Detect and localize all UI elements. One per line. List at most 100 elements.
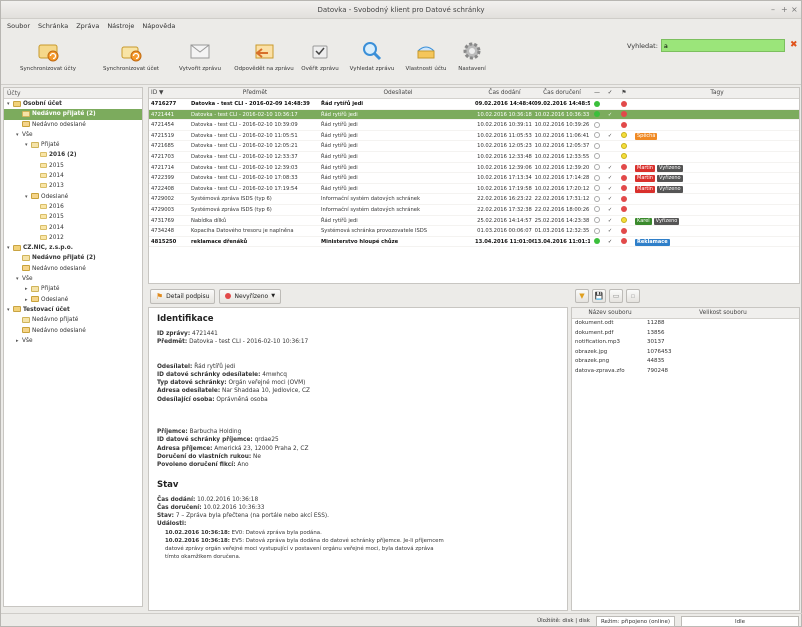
table-row[interactable]: 4721714 Datovka - test CLI - 2016-02-10 1… [149, 163, 799, 174]
tree-item[interactable]: 2015 [4, 212, 142, 222]
tag-badge: Martin [635, 185, 655, 193]
verify-message-button[interactable]: Ověřit zprávu [299, 35, 341, 72]
col-subject[interactable]: Předmět [189, 88, 319, 98]
tree-item[interactable]: Nedávno přijaté [4, 315, 142, 325]
account-properties-button[interactable]: Vlastnosti účtu [403, 35, 449, 72]
tree-item[interactable]: 2014 [4, 223, 142, 233]
process-state-dot-icon [621, 100, 627, 107]
cell-subject: Systémová zpráva ISDS (typ 6) [191, 196, 272, 203]
attachment-row[interactable]: dokument.pdf 13856 [572, 329, 799, 339]
col-filesize[interactable]: Velikost souboru [645, 308, 799, 318]
folder-icon [31, 141, 39, 148]
tree-item[interactable]: ▾ Přijaté [4, 140, 142, 150]
processing-state-dropdown[interactable]: Nevyřízeno ▼ [219, 288, 282, 304]
tree-item[interactable]: Nedávno odeslané [4, 264, 142, 274]
cell-id: 4722408 [151, 185, 175, 192]
attachment-row[interactable]: notification.mp3 30137 [572, 338, 799, 348]
table-row[interactable]: 4721441 Datovka - test CLI - 2016-02-10 1… [149, 109, 799, 121]
tree-item-label: Osobní účet [23, 101, 62, 107]
cell-id: 4721703 [151, 153, 175, 160]
table-row[interactable]: 4722408 Datovka - test CLI - 2016-02-10 1… [149, 184, 799, 195]
maximize-button[interactable]: + [781, 1, 788, 19]
save-all-attachments-button[interactable]: ▼ [575, 289, 589, 303]
tree-item[interactable]: ▾ Osobní účet [4, 99, 142, 109]
col-received[interactable]: Čas dodání [475, 88, 534, 98]
col-tags[interactable]: Tagy [632, 88, 799, 98]
clear-search-icon[interactable]: ✖ [790, 40, 800, 50]
process-state-cell [616, 110, 632, 120]
tree-item[interactable]: 2015 [4, 161, 142, 171]
attachment-size: 13856 [647, 329, 665, 336]
attachment-table: Název souboru Velikost souboru dokument.… [571, 307, 800, 611]
open-attachment-button[interactable]: ▫ [626, 289, 640, 303]
tree-item[interactable]: Nedávno přijaté (2) [4, 253, 142, 263]
table-row[interactable]: 4721519 Datovka - test CLI - 2016-02-10 1… [149, 131, 799, 142]
save-attachment-as-button[interactable]: ▭ [609, 289, 623, 303]
tree-item[interactable]: ▾ CZ.NIC, z.s.p.o. [4, 243, 142, 253]
menu-soubor[interactable]: Soubor [7, 19, 30, 33]
menu-nastroje[interactable]: Nástroje [107, 19, 134, 33]
sync-accounts-icon [35, 38, 61, 64]
col-flag[interactable]: ⚑ [616, 88, 632, 98]
col-sender[interactable]: Odesílatel [319, 88, 475, 98]
signature-detail-button[interactable]: ⚑ Detail podpisu [150, 288, 216, 304]
tree-item[interactable]: ▸ Vše [4, 336, 142, 346]
tree-item[interactable]: 2016 (2) [4, 150, 142, 160]
col-attachments[interactable]: ✓ [604, 88, 616, 98]
process-state-cell [616, 131, 632, 141]
col-id[interactable]: ID ▼ [149, 88, 189, 98]
attachment-name: obrazek.jpg [575, 348, 608, 355]
menu-zprava[interactable]: Zpráva [76, 19, 99, 33]
tree-item[interactable]: ▾ Odeslané [4, 192, 142, 202]
settings-button[interactable]: Nastavení [451, 35, 493, 72]
tree-item[interactable]: ▾ Vše [4, 130, 142, 140]
table-row[interactable]: 4716277 Datovka - test CLI - 2016-02-09 1… [149, 99, 799, 110]
tree-item[interactable]: ▾ Testovací účet [4, 305, 142, 315]
tags-cell: Spěchá [632, 131, 799, 141]
table-row[interactable]: 4729003 Systémová zpráva ISDS (typ 6) Info… [149, 205, 799, 216]
table-row[interactable]: 4721454 Datovka - test CLI - 2016-02-10 1… [149, 120, 799, 131]
magnifier-icon [359, 38, 385, 64]
cell-sender: Řád rytířů jedi [321, 217, 358, 224]
attachment-row[interactable]: obrazek.jpg 1076453 [572, 348, 799, 358]
reply-message-button[interactable]: Odpovědět na zprávu [231, 35, 297, 72]
sync-accounts-button[interactable]: Synchronizovat účty [5, 35, 91, 72]
sync-account-button[interactable]: Synchronizovat účet [93, 35, 169, 72]
table-row[interactable]: 4721703 Datovka - test CLI - 2016-02-10 1… [149, 152, 799, 163]
tree-item[interactable]: Nedávno odeslané [4, 120, 142, 130]
read-state-cell [590, 131, 604, 141]
tree-item[interactable]: ▸ Přijaté [4, 284, 142, 294]
attachment-row[interactable]: obrazek.png 44835 [572, 357, 799, 367]
tree-item[interactable]: Nedávno přijaté (2) [4, 109, 142, 120]
table-row[interactable]: 4734248 Kopaciha Datového tresoru je napl… [149, 226, 799, 237]
menu-napoveda[interactable]: Nápověda [142, 19, 175, 33]
close-button[interactable]: × [791, 1, 798, 19]
menu-schranka[interactable]: Schránka [38, 19, 68, 33]
cell-subject: Datovka - test CLI - 2016-02-10 12:33:37 [191, 153, 298, 160]
minimize-button[interactable]: – [771, 1, 775, 19]
tree-item[interactable]: 2013 [4, 181, 142, 191]
col-delivered[interactable]: Čas doručení [534, 88, 590, 98]
process-state-cell [616, 173, 632, 183]
table-row[interactable]: 4721685 Datovka - test CLI - 2016-02-10 1… [149, 141, 799, 152]
attachment-row[interactable]: datova-zprava.zfo 790248 [572, 367, 799, 377]
tree-item[interactable]: 2012 [4, 233, 142, 243]
create-message-button[interactable]: Vytvořit zprávu [171, 35, 229, 72]
tree-item[interactable]: ▸ Odeslané [4, 295, 142, 305]
col-read[interactable]: — [590, 88, 604, 98]
table-row[interactable]: 4722399 Datovka - test CLI - 2016-02-10 1… [149, 173, 799, 184]
attachment-row[interactable]: dokument.odt 11288 [572, 319, 799, 329]
col-filename[interactable]: Název souboru [572, 308, 645, 318]
search-message-button[interactable]: Vyhledat zprávu [343, 35, 401, 72]
table-row[interactable]: 4815250 reklamace dřenáků Ministerstvo hlo… [149, 237, 799, 248]
tree-item[interactable]: ▾ Vše [4, 274, 142, 284]
table-row[interactable]: 4731769 Nabídka dílků Řád rytířů jedi 25.02… [149, 216, 799, 227]
tree-item[interactable]: 2016 [4, 202, 142, 212]
attachment-state-cell: ✓ [607, 217, 613, 224]
tree-item[interactable]: 2014 [4, 171, 142, 181]
tree-item[interactable]: Nedávno odeslané [4, 326, 142, 336]
table-row[interactable]: 4729002 Systémová zpráva ISDS (typ 6) Info… [149, 194, 799, 205]
search-input[interactable] [660, 39, 785, 52]
window-title: Datovka - Svobodný klient pro Datové sch… [317, 6, 485, 14]
save-attachment-button[interactable]: 💾 [592, 289, 606, 303]
